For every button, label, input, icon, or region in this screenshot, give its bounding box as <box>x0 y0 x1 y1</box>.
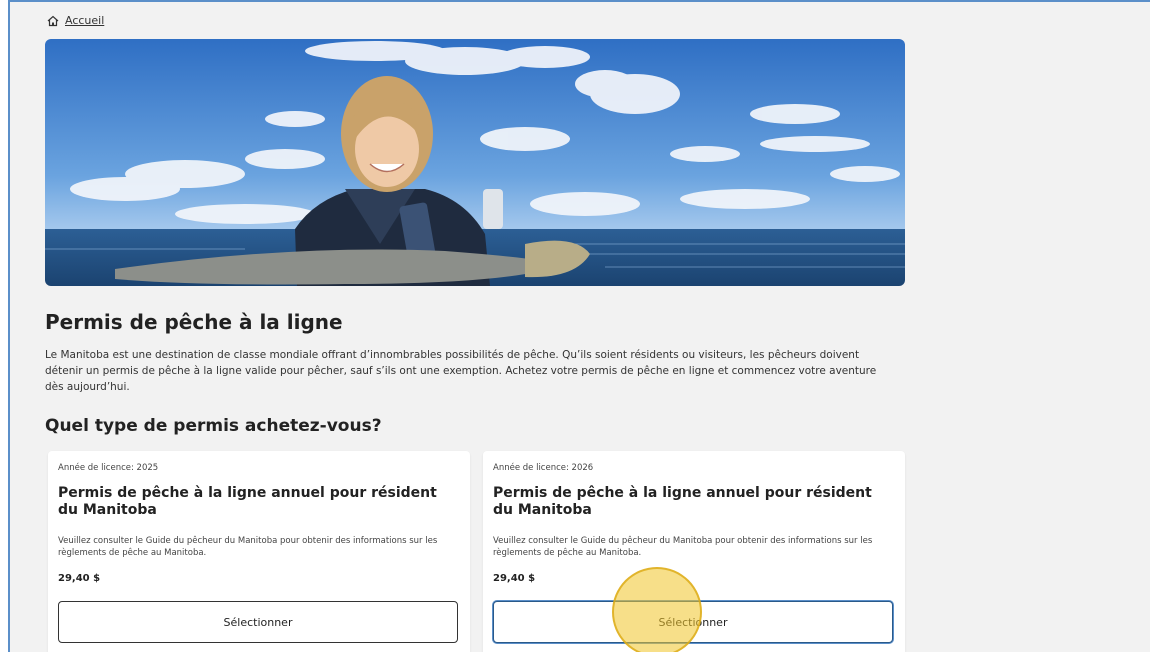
license-year: Année de licence: 2025 <box>58 463 159 473</box>
page-title: Permis de pêche à la ligne <box>45 310 343 334</box>
browser-viewport: Accueil Permis de pêche à la ligne Le Ma… <box>8 0 1150 652</box>
intro-paragraph: Le Manitoba est une destination de class… <box>45 349 877 393</box>
home-icon <box>47 15 59 26</box>
license-title: Permis de pêche à la ligne annuel pour r… <box>493 485 872 518</box>
license-card-2025: Année de licence: 2025 Permis de pêche à… <box>48 451 470 652</box>
breadcrumb-home-link[interactable]: Accueil <box>65 14 104 27</box>
license-year: Année de licence: 2026 <box>493 463 594 473</box>
select-button-2026[interactable]: Sélectionner <box>493 601 893 643</box>
select-button-2025[interactable]: Sélectionner <box>58 601 458 643</box>
license-card-2026: Année de licence: 2026 Permis de pêche à… <box>483 451 905 652</box>
license-price: 29,40 $ <box>58 573 101 584</box>
license-title: Permis de pêche à la ligne annuel pour r… <box>58 485 437 518</box>
license-description: Veuillez consulter le Guide du pêcheur d… <box>58 536 438 558</box>
license-type-question: Quel type de permis achetez-vous? <box>45 416 382 436</box>
hero-image <box>45 39 905 286</box>
license-price: 29,40 $ <box>493 573 536 584</box>
license-description: Veuillez consulter le Guide du pêcheur d… <box>493 536 873 558</box>
breadcrumb: Accueil <box>47 14 104 27</box>
